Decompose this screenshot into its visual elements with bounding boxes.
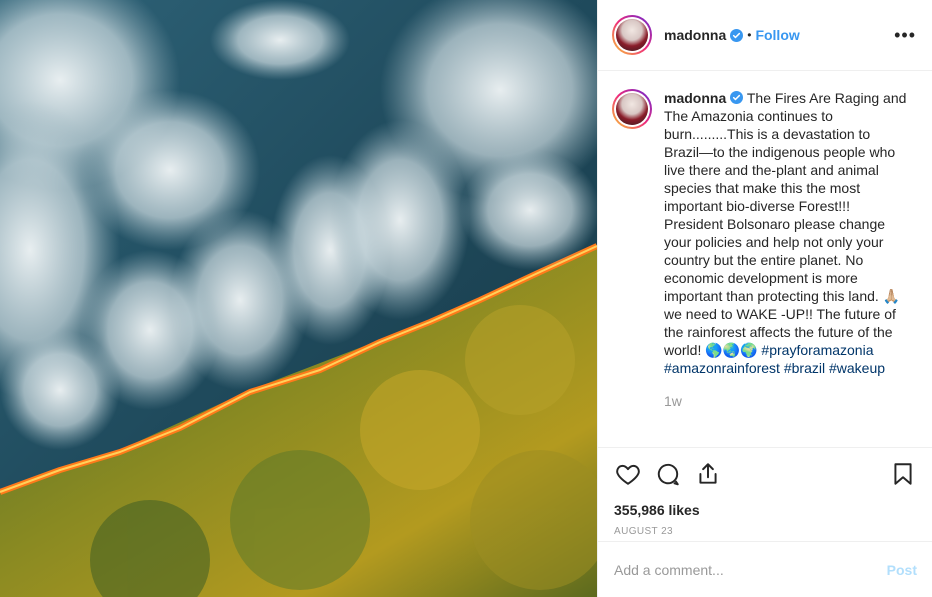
comment-input[interactable] bbox=[614, 561, 887, 578]
header-username[interactable]: madonna bbox=[664, 27, 726, 43]
likes-count[interactable]: 355,986 likes bbox=[614, 502, 917, 518]
comment-form: Post bbox=[598, 541, 932, 597]
avatar[interactable] bbox=[612, 15, 652, 55]
share-icon[interactable] bbox=[694, 460, 722, 488]
hashtag-link[interactable]: #prayforamazonia bbox=[761, 342, 873, 358]
post-button[interactable]: Post bbox=[887, 562, 917, 578]
caption: madonna The Fires Are Raging and The Ama… bbox=[612, 89, 916, 377]
comments-area[interactable]: madonna The Fires Are Raging and The Ama… bbox=[598, 71, 932, 447]
heart-icon[interactable] bbox=[614, 460, 642, 488]
more-horizontal-icon[interactable]: ••• bbox=[894, 26, 916, 44]
action-icons bbox=[614, 456, 917, 492]
post-date: AUGUST 23 bbox=[614, 526, 673, 537]
separator-dot: • bbox=[747, 28, 752, 42]
bookmark-icon[interactable] bbox=[889, 460, 917, 488]
hashtag-link[interactable]: #wakeup bbox=[829, 360, 885, 376]
caption-avatar[interactable] bbox=[612, 89, 652, 129]
post-sidebar: madonna • Follow ••• madonna The Fires A… bbox=[597, 0, 932, 597]
verified-badge-icon bbox=[730, 28, 744, 42]
post-time[interactable]: 1w bbox=[664, 393, 916, 409]
post-photo[interactable] bbox=[0, 0, 597, 597]
post-header: madonna • Follow ••• bbox=[598, 0, 932, 71]
amazon-fire-image bbox=[0, 0, 597, 597]
verified-badge-icon bbox=[730, 91, 744, 104]
comment-icon[interactable] bbox=[654, 460, 682, 488]
follow-button[interactable]: Follow bbox=[755, 27, 799, 43]
caption-body: madonna The Fires Are Raging and The Ama… bbox=[664, 89, 909, 377]
hashtag-link[interactable]: #amazonrainforest bbox=[664, 360, 780, 376]
hashtag-link[interactable]: #brazil bbox=[784, 360, 825, 376]
caption-text: The Fires Are Raging and The Amazonia co… bbox=[664, 90, 907, 358]
caption-username[interactable]: madonna bbox=[664, 90, 726, 106]
